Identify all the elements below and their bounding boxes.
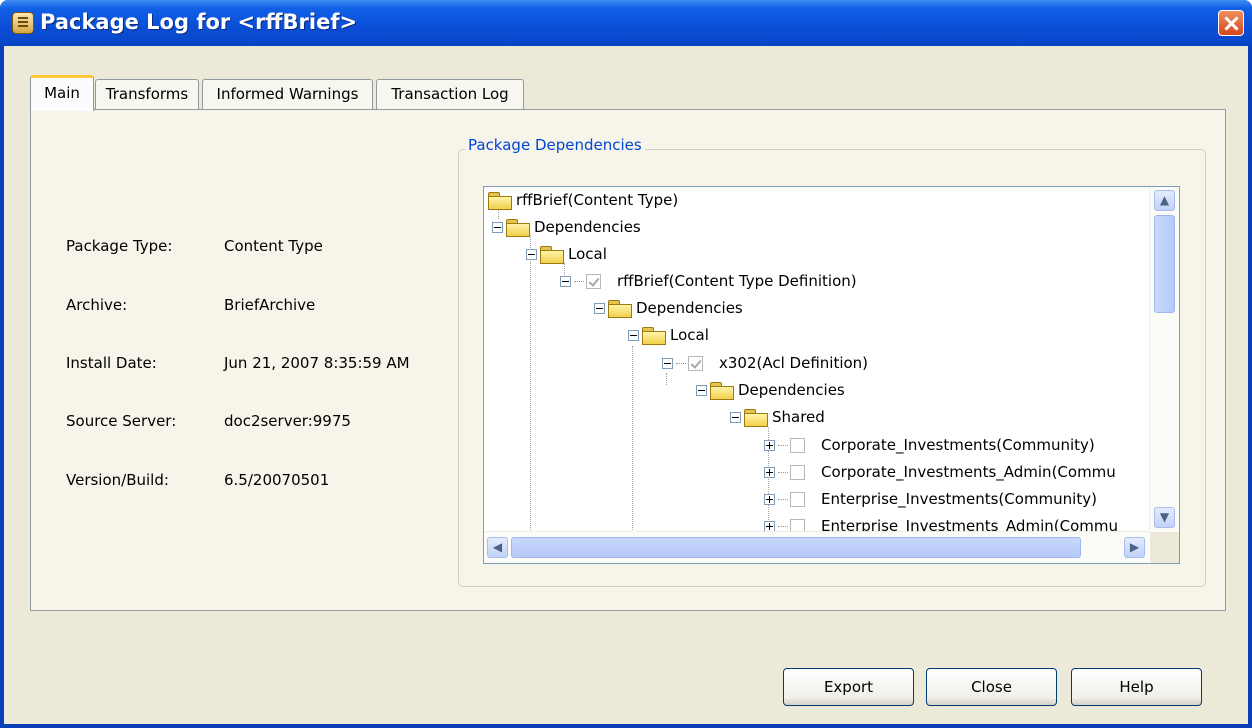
main-tab-panel: Package Type: Content Type Archive: Brie… (30, 109, 1226, 611)
tree-node-label: Enterprise_Investments_Admin(Commu (821, 517, 1118, 532)
install-date-value: Jun 21, 2007 8:35:59 AM (224, 354, 410, 372)
checkbox[interactable] (790, 437, 805, 453)
tree-node[interactable]: Enterprise_Investments_Admin(Commu (764, 513, 1118, 532)
tree-guide-line (632, 346, 633, 532)
tree-connector (778, 444, 788, 446)
collapse-icon[interactable] (594, 302, 605, 314)
tree-connector (676, 362, 686, 364)
expand-icon[interactable] (764, 466, 775, 478)
tree-node[interactable]: rffBrief(Content Type Definition) (560, 268, 857, 294)
tree-node-label: Shared (772, 408, 825, 426)
checkbox[interactable] (790, 491, 805, 507)
collapse-icon[interactable] (696, 384, 707, 396)
install-date-label: Install Date: (66, 354, 157, 372)
tree-node[interactable]: rffBrief(Content Type) (488, 187, 678, 213)
export-button[interactable]: Export (783, 668, 914, 706)
source-server-label: Source Server: (66, 412, 177, 430)
expand-icon[interactable] (764, 493, 775, 505)
tree-connector (778, 471, 788, 473)
folder-icon (488, 191, 512, 210)
vertical-scroll-thumb[interactable] (1154, 215, 1175, 313)
tree-node[interactable]: Corporate_Investments(Community) (764, 432, 1095, 458)
dialog-body: Main Transforms Informed Warnings Transa… (4, 46, 1248, 724)
close-button[interactable]: Close (926, 668, 1057, 706)
tree-node[interactable]: Enterprise_Investments(Community) (764, 486, 1097, 512)
version-build-value: 6.5/20070501 (224, 471, 330, 489)
collapse-icon[interactable] (628, 329, 639, 341)
tree-node[interactable]: Local (526, 241, 607, 267)
tree-node-label: rffBrief(Content Type) (516, 191, 679, 209)
tree-node[interactable]: Local (628, 322, 709, 348)
folder-icon (744, 408, 768, 427)
tree-node[interactable]: x302(Acl Definition) (662, 350, 868, 376)
checkbox[interactable] (790, 518, 805, 532)
folder-icon (540, 245, 564, 264)
tree-connector (574, 280, 584, 282)
tree-node[interactable]: Dependencies (696, 377, 845, 403)
tree-node-label: Dependencies (534, 218, 641, 236)
package-type-value: Content Type (224, 237, 323, 255)
checked-checkbox[interactable] (688, 355, 703, 371)
scroll-down-button[interactable]: ▼ (1154, 507, 1175, 528)
tab-transaction-log[interactable]: Transaction Log (376, 79, 524, 109)
checked-checkbox[interactable] (586, 273, 601, 289)
source-server-value: doc2server:9975 (224, 412, 351, 430)
collapse-icon[interactable] (492, 221, 503, 233)
tab-transforms[interactable]: Transforms (95, 79, 199, 109)
help-button[interactable]: Help (1071, 668, 1202, 706)
folder-icon (608, 299, 632, 318)
window-close-button[interactable] (1218, 10, 1244, 36)
tree-node-label: Corporate_Investments(Community) (821, 436, 1095, 454)
horizontal-scroll-thumb[interactable] (511, 537, 1081, 558)
tree-node-label: Local (670, 326, 709, 344)
tree-node[interactable]: Dependencies (594, 295, 743, 321)
folder-icon (710, 381, 734, 400)
collapse-icon[interactable] (662, 357, 673, 369)
archive-label: Archive: (66, 296, 128, 314)
tree-node-label: rffBrief(Content Type Definition) (617, 272, 857, 290)
tab-informed-warnings[interactable]: Informed Warnings (202, 79, 373, 109)
tree-node[interactable]: Corporate_Investments_Admin(Commu (764, 459, 1116, 485)
tree-node-label: Enterprise_Investments(Community) (821, 490, 1097, 508)
folder-icon (506, 218, 530, 237)
dependency-tree[interactable]: rffBrief(Content Type) Dependencies Loca… (483, 186, 1180, 564)
horizontal-scrollbar[interactable]: ◀ ▶ (484, 531, 1149, 563)
expand-icon[interactable] (764, 439, 775, 451)
collapse-icon[interactable] (560, 275, 571, 287)
tree-node-label: Dependencies (636, 299, 743, 317)
version-build-label: Version/Build: (66, 471, 169, 489)
tree-node-label: Local (568, 245, 607, 263)
package-dependencies-title: Package Dependencies (465, 136, 645, 154)
tree-viewport: rffBrief(Content Type) Dependencies Loca… (484, 187, 1149, 532)
app-icon (12, 12, 34, 34)
collapse-icon[interactable] (730, 411, 741, 423)
package-log-window: Package Log for <rffBrief> Main Transfor… (0, 0, 1252, 728)
folder-icon (642, 326, 666, 345)
checkbox[interactable] (790, 464, 805, 480)
title-bar[interactable]: Package Log for <rffBrief> (0, 0, 1252, 46)
scroll-right-button[interactable]: ▶ (1124, 537, 1145, 558)
tree-node-label: Dependencies (738, 381, 845, 399)
tree-connector (778, 498, 788, 500)
scrollbar-corner (1150, 532, 1179, 563)
tree-node[interactable]: Dependencies (492, 214, 641, 240)
archive-value: BriefArchive (224, 296, 316, 314)
vertical-scrollbar[interactable]: ▲ ▼ (1149, 187, 1179, 532)
expand-icon[interactable] (764, 520, 775, 532)
scroll-left-button[interactable]: ◀ (487, 537, 508, 558)
tree-node-label: x302(Acl Definition) (719, 354, 869, 372)
tree-guide-line (530, 235, 531, 532)
package-type-label: Package Type: (66, 237, 173, 255)
tree-node-label: Corporate_Investments_Admin(Commu (821, 463, 1116, 481)
scroll-up-button[interactable]: ▲ (1154, 190, 1175, 211)
tree-connector (778, 525, 788, 527)
window-title: Package Log for <rffBrief> (40, 10, 358, 34)
tree-node[interactable]: Shared (730, 404, 825, 430)
tab-main[interactable]: Main (30, 75, 94, 111)
collapse-icon[interactable] (526, 248, 537, 260)
